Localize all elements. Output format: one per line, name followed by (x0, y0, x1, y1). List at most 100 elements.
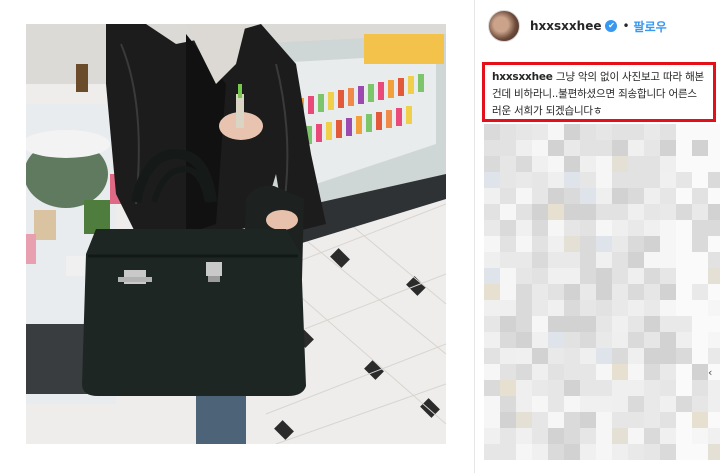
mosaic-block (564, 204, 580, 220)
mosaic-block (500, 140, 516, 156)
mosaic-block (500, 428, 516, 444)
mosaic-block (692, 124, 708, 140)
mosaic-block (548, 412, 564, 428)
mosaic-block (484, 204, 500, 220)
mosaic-block (484, 316, 500, 332)
mosaic-block (676, 172, 692, 188)
mosaic-block (692, 316, 708, 332)
mosaic-block (564, 364, 580, 380)
mosaic-block (532, 236, 548, 252)
mosaic-block (484, 268, 500, 284)
mosaic-block (564, 268, 580, 284)
mosaic-block (676, 380, 692, 396)
mosaic-block (484, 124, 500, 140)
mosaic-block (612, 396, 628, 412)
post-photo (26, 24, 446, 444)
mosaic-block (708, 236, 720, 252)
mosaic-block (692, 220, 708, 236)
mosaic-block (676, 252, 692, 268)
mosaic-block (628, 396, 644, 412)
mosaic-block (596, 252, 612, 268)
caption-author[interactable]: hxxsxxhee (492, 71, 553, 83)
mosaic-block (580, 380, 596, 396)
mosaic-block (644, 124, 660, 140)
mosaic-block (612, 268, 628, 284)
mosaic-block (580, 348, 596, 364)
mosaic-block (580, 140, 596, 156)
mosaic-block (612, 124, 628, 140)
username-link[interactable]: hxxsxxhee (530, 19, 601, 33)
mosaic-block (612, 412, 628, 428)
mosaic-block (628, 140, 644, 156)
mosaic-block (548, 364, 564, 380)
mosaic-block (548, 316, 564, 332)
mosaic-block (612, 284, 628, 300)
mosaic-block (484, 284, 500, 300)
mosaic-block (644, 396, 660, 412)
mosaic-block (596, 396, 612, 412)
mosaic-block (580, 220, 596, 236)
mosaic-block (548, 428, 564, 444)
mosaic-block (676, 156, 692, 172)
mosaic-block (628, 204, 644, 220)
mosaic-block (644, 252, 660, 268)
mosaic-block (708, 428, 720, 444)
mosaic-block (548, 252, 564, 268)
mosaic-block (628, 444, 644, 460)
mosaic-block (708, 124, 720, 140)
mosaic-block (580, 252, 596, 268)
mosaic-block (516, 124, 532, 140)
mosaic-block (660, 204, 676, 220)
mosaic-block (676, 268, 692, 284)
mosaic-block (644, 444, 660, 460)
mosaic-block (548, 124, 564, 140)
mosaic-block (612, 172, 628, 188)
mosaic-block (500, 444, 516, 460)
mosaic-block (484, 396, 500, 412)
mosaic-block (580, 396, 596, 412)
mosaic-block (660, 252, 676, 268)
mosaic-block (500, 124, 516, 140)
mosaic-block (692, 236, 708, 252)
mosaic-block (676, 284, 692, 300)
mosaic-block (516, 172, 532, 188)
mosaic-block (532, 444, 548, 460)
mosaic-block (548, 444, 564, 460)
mosaic-block (612, 380, 628, 396)
mosaic-block (644, 220, 660, 236)
mosaic-block (596, 124, 612, 140)
mosaic-block (596, 412, 612, 428)
mosaic-block (548, 380, 564, 396)
mosaic-block (660, 332, 676, 348)
mosaic-block (564, 236, 580, 252)
separator-dot: • (622, 19, 630, 33)
mosaic-block (644, 188, 660, 204)
mosaic-block (484, 364, 500, 380)
mosaic-block (692, 268, 708, 284)
mosaic-block (676, 188, 692, 204)
mosaic-block (548, 332, 564, 348)
mosaic-block (548, 300, 564, 316)
mosaic-block (596, 156, 612, 172)
mosaic-block (708, 140, 720, 156)
mosaic-block (676, 140, 692, 156)
mosaic-block (612, 428, 628, 444)
mosaic-block (564, 124, 580, 140)
mosaic-block (532, 252, 548, 268)
follow-button[interactable]: 팔로우 (634, 18, 667, 35)
mosaic-block (596, 444, 612, 460)
mosaic-block (612, 252, 628, 268)
caption-highlight-box: hxxsxxhee 그냥 악의 없이 사진보고 따라 해본건데 비하라니..불편… (482, 62, 716, 122)
profile-avatar[interactable] (488, 10, 520, 42)
mosaic-block (692, 284, 708, 300)
mosaic-block (628, 252, 644, 268)
mosaic-block (660, 396, 676, 412)
mosaic-block (644, 300, 660, 316)
mosaic-block (676, 412, 692, 428)
mosaic-block (644, 156, 660, 172)
mosaic-block (660, 188, 676, 204)
mosaic-block (628, 156, 644, 172)
mosaic-block (596, 364, 612, 380)
mosaic-block (644, 428, 660, 444)
mosaic-block (580, 364, 596, 380)
